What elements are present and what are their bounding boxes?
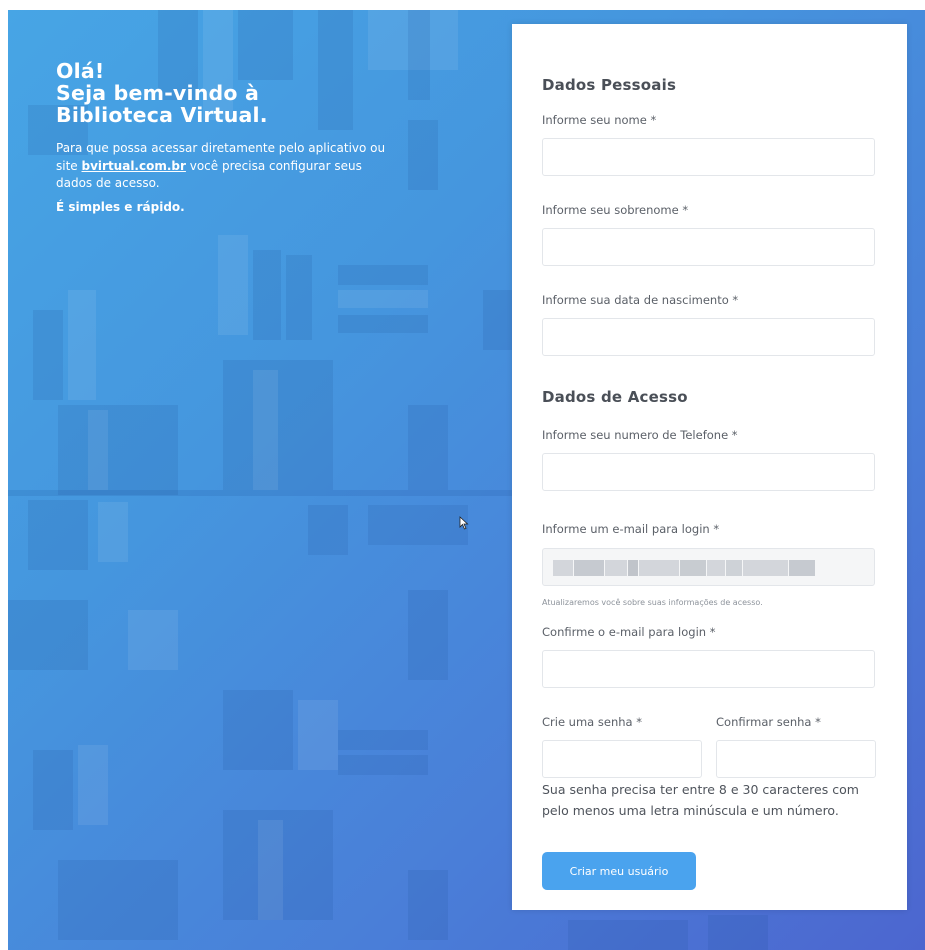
password-input[interactable]	[542, 740, 702, 778]
access-data-title: Dados de Acesso	[542, 388, 688, 406]
phone-input[interactable]	[542, 453, 875, 491]
welcome-panel: Olá! Seja bem-vindo à Biblioteca Virtual…	[56, 60, 386, 216]
password-label: Crie uma senha *	[542, 715, 642, 729]
name-input[interactable]	[542, 138, 875, 176]
simple-fast-note: É simples e rápido.	[56, 199, 185, 214]
mouse-pointer-icon	[459, 516, 469, 530]
phone-label: Informe seu numero de Telefone *	[542, 428, 738, 442]
email-input[interactable]	[542, 548, 875, 586]
surname-input[interactable]	[542, 228, 875, 266]
welcome-heading-line3: Biblioteca Virtual.	[56, 103, 268, 127]
confirm-email-input[interactable]	[542, 650, 875, 688]
welcome-description: Para que possa acessar diretamente pelo …	[56, 140, 386, 193]
name-label: Informe seu nome *	[542, 113, 657, 127]
birthdate-label: Informe sua data de nascimento *	[542, 293, 739, 307]
confirm-email-label: Confirme o e-mail para login *	[542, 625, 716, 639]
birthdate-input[interactable]	[542, 318, 875, 356]
email-hint: Atualizaremos você sobre suas informaçõe…	[542, 598, 763, 607]
password-requirements: Sua senha precisa ter entre 8 e 30 carac…	[542, 782, 859, 818]
registration-form: Dados Pessoais Informe seu nome * Inform…	[512, 24, 907, 910]
confirm-password-label: Confirmar senha *	[716, 715, 821, 729]
email-label: Informe um e-mail para login *	[542, 522, 720, 536]
redacted-email-value	[553, 560, 816, 576]
welcome-heading-line1: Olá!	[56, 59, 105, 83]
create-user-button[interactable]: Criar meu usuário	[542, 852, 696, 890]
confirm-password-input[interactable]	[716, 740, 876, 778]
personal-data-title: Dados Pessoais	[542, 76, 677, 94]
surname-label: Informe seu sobrenome *	[542, 203, 689, 217]
welcome-heading-line2: Seja bem-vindo à	[56, 81, 260, 105]
welcome-heading: Olá! Seja bem-vindo à Biblioteca Virtual…	[56, 60, 386, 126]
bvirtual-link[interactable]: bvirtual.com.br	[82, 159, 186, 173]
